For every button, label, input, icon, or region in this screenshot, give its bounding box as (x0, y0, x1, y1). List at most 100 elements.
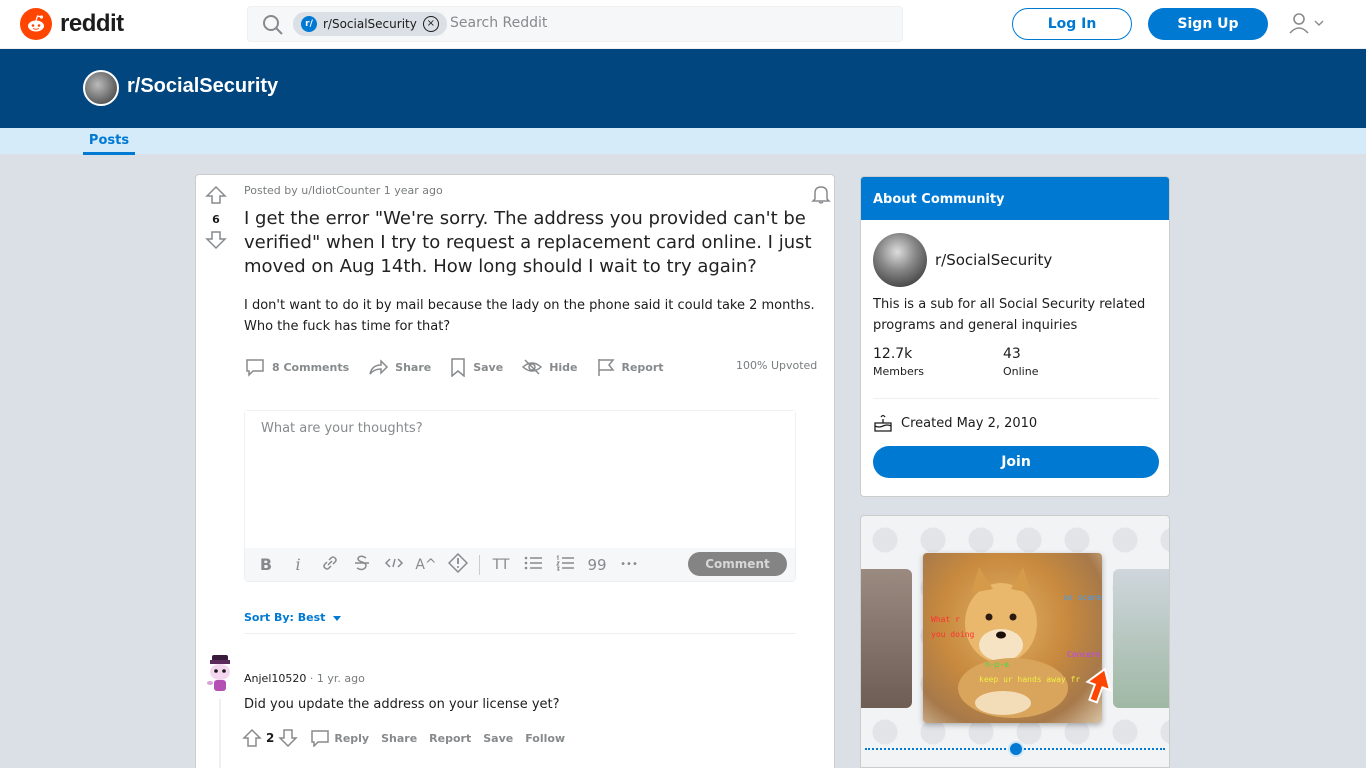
report-label: Report (621, 360, 664, 374)
close-icon[interactable]: × (422, 16, 439, 32)
commenter-avatar[interactable] (206, 655, 234, 693)
about-community-card: About Community r/SocialSecurity This is… (860, 176, 1170, 497)
flag-icon (597, 359, 615, 376)
caret-down-icon (333, 615, 342, 621)
comment-report-button[interactable]: Report (429, 732, 471, 745)
upvote-icon[interactable] (205, 185, 227, 205)
divider (873, 398, 1159, 399)
upvote-icon[interactable] (242, 728, 262, 748)
heading-icon[interactable]: TT (490, 557, 512, 573)
comment-input[interactable] (245, 411, 795, 549)
promo-image-left (861, 569, 912, 708)
comment-actions: 2 Reply Share Report Save Follow (242, 728, 565, 748)
superscript-icon[interactable]: A^ (415, 557, 437, 573)
comment-thread-line[interactable] (219, 699, 221, 768)
link-icon[interactable] (319, 554, 341, 576)
share-button[interactable]: Share (367, 357, 431, 377)
hide-button[interactable]: Hide (521, 358, 578, 376)
community-avatar (873, 233, 927, 287)
login-button[interactable]: Log In (1012, 8, 1132, 40)
members-stat: 12.7k Members (873, 346, 924, 378)
subreddit-badge-icon: r/ (301, 16, 317, 32)
report-button[interactable]: Report (596, 357, 664, 377)
editor-toolbar: B i A^ TT 99 ••• Comment (245, 548, 795, 581)
save-label: Save (473, 360, 504, 374)
comment-share-button[interactable]: Share (381, 732, 417, 745)
comment-vote-count: 2 (266, 731, 275, 745)
hide-label: Hide (549, 360, 578, 374)
quote-icon[interactable]: 99 (586, 556, 608, 574)
search-icon (262, 14, 284, 40)
comment-item: Anjel10520 · 1 yr. ago Did you update th… (206, 655, 806, 768)
spoiler-icon[interactable] (447, 552, 469, 577)
doge-text: so scare (1063, 593, 1102, 602)
search-chip-label: r/SocialSecurity (323, 17, 417, 31)
user-menu[interactable] (1288, 12, 1324, 34)
chevron-down-icon (1314, 20, 1324, 26)
community-description: This is a sub for all Social Security re… (873, 297, 1146, 333)
comment-author[interactable]: Anjel10520 (244, 672, 306, 685)
post-card: 6 Posted by u/IdiotCounter 1 year ago I … (195, 174, 835, 768)
comment-follow-button[interactable]: Follow (525, 732, 565, 745)
comments-label: 8 Comments (272, 360, 350, 374)
top-header: reddit r/ r/SocialSecurity × Log In Sign… (0, 0, 1366, 49)
post-vote-count: 6 (212, 213, 220, 226)
promo-card[interactable]: so scare What r you doing n-p-e Concern … (860, 515, 1170, 768)
comment-submit-button[interactable]: Comment (688, 552, 787, 576)
more-icon[interactable]: ••• (618, 559, 640, 570)
tab-posts[interactable]: Posts (83, 133, 135, 155)
downvote-icon[interactable] (205, 230, 227, 250)
comment-save-button[interactable]: Save (483, 732, 513, 745)
upvote-ratio: 100% Upvoted (736, 359, 818, 372)
pointer-arrow-icon (1085, 667, 1112, 704)
online-count: 43 (1003, 346, 1021, 362)
strikethrough-icon[interactable] (351, 554, 373, 576)
created-label: Created May 2, 2010 (901, 415, 1038, 431)
reddit-wordmark: reddit (60, 10, 124, 37)
join-button[interactable]: Join (873, 446, 1159, 478)
comment-icon (246, 359, 264, 377)
divider (244, 633, 796, 634)
members-count: 12.7k (873, 346, 913, 362)
sort-dropdown[interactable]: Sort By: Best (244, 611, 343, 624)
reply-button[interactable]: Reply (310, 729, 369, 747)
post-actions: 8 Comments Share Save Hide Report (244, 355, 664, 379)
comments-button[interactable]: 8 Comments (244, 357, 349, 377)
comment-time: · 1 yr. ago (309, 672, 365, 685)
bulleted-list-icon[interactable] (522, 554, 544, 576)
bookmark-icon (451, 358, 465, 377)
subreddit-avatar (83, 70, 119, 106)
code-icon[interactable] (383, 554, 405, 576)
doge-text: keep ur hands away fr (979, 675, 1081, 684)
reddit-logo[interactable]: reddit (20, 8, 124, 40)
post-title: I get the error "We're sorry. The addres… (244, 208, 812, 277)
search-subreddit-chip[interactable]: r/ r/SocialSecurity × (293, 12, 447, 36)
bold-icon[interactable]: B (255, 555, 277, 574)
bell-icon[interactable] (810, 183, 832, 209)
downvote-icon[interactable] (278, 728, 299, 748)
community-name[interactable]: r/SocialSecurity (935, 251, 1052, 269)
members-label: Members (873, 365, 924, 378)
created-date: Created May 2, 2010 (873, 414, 1037, 432)
comment-body: Did you update the address on your licen… (244, 697, 560, 712)
search-input[interactable] (450, 15, 850, 31)
doge-text: you doing (931, 630, 975, 639)
italic-icon[interactable]: i (287, 555, 309, 574)
subreddit-banner: r/SocialSecurity (0, 49, 1366, 128)
numbered-list-icon[interactable] (554, 554, 576, 576)
post-body: I don't want to do it by mail because th… (244, 298, 815, 334)
signup-button[interactable]: Sign Up (1148, 8, 1268, 40)
promo-slider-handle[interactable] (1008, 741, 1024, 757)
share-label: Share (395, 360, 432, 374)
subreddit-title: r/SocialSecurity (127, 75, 279, 97)
post-meta: Posted by u/IdiotCounter 1 year ago (244, 184, 443, 197)
vote-column: 6 (204, 185, 228, 254)
comment-meta: Anjel10520 · 1 yr. ago (244, 672, 365, 685)
save-button[interactable]: Save (449, 357, 503, 377)
comment-votes: 2 (242, 728, 299, 748)
comment-icon (311, 730, 330, 747)
reddit-snoo-icon (20, 8, 52, 40)
doge-text: n-p-e (985, 660, 1010, 669)
search-bar[interactable]: r/ r/SocialSecurity × (247, 6, 903, 42)
online-stat: 43 Online (1003, 346, 1038, 378)
